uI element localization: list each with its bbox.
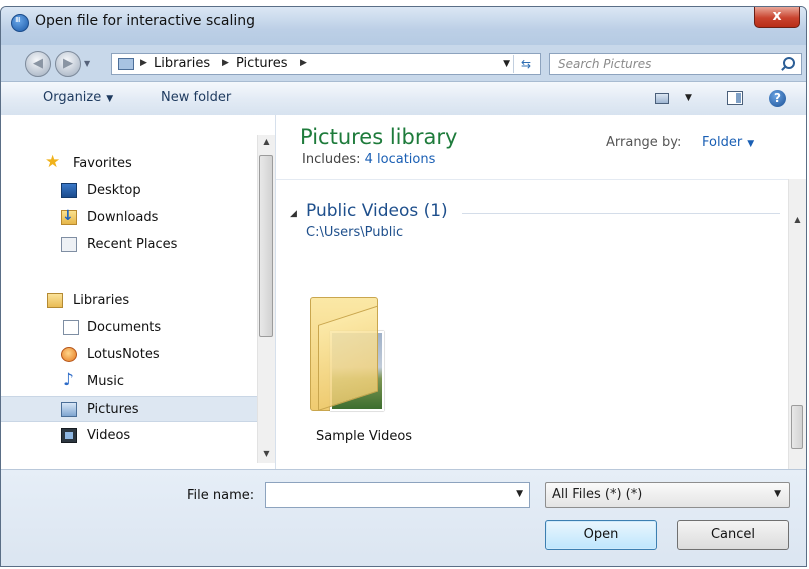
- navigation-bar: ◀ ▶ ▼ ▶ Libraries ▶ Pictures ▶ ▼ ⇆: [1, 45, 806, 81]
- refresh-button[interactable]: ⇆: [513, 55, 538, 73]
- chevron-down-icon[interactable]: ▼: [516, 489, 523, 499]
- sidebar-item-label: Favorites: [73, 156, 132, 171]
- sidebar-scroll-thumb[interactable]: [259, 155, 273, 337]
- back-button[interactable]: ◀: [25, 51, 51, 77]
- folder-label[interactable]: Sample Videos: [316, 429, 412, 444]
- library-header: Pictures library Includes: 4 locations A…: [276, 115, 788, 180]
- breadcrumb-libraries[interactable]: Libraries: [154, 56, 210, 71]
- scroll-up-icon[interactable]: ▲: [789, 215, 806, 224]
- file-name-panel: File name: ▼ All Files (*) (*) ▼ Open Ca…: [1, 469, 806, 566]
- navigation-pane: ★ Favorites Desktop Downloads Recent Pla…: [1, 115, 276, 469]
- search-input[interactable]: [558, 56, 758, 72]
- view-options-dropdown[interactable]: ▼: [685, 93, 692, 103]
- documents-icon: [63, 320, 79, 335]
- group-path: C:\Users\Public: [306, 225, 404, 240]
- recent-places-icon: [61, 237, 77, 252]
- search-icon[interactable]: [783, 57, 795, 69]
- sidebar-item-favorites[interactable]: ★ Favorites: [1, 151, 257, 177]
- address-dropdown-icon[interactable]: ▼: [503, 59, 510, 69]
- sidebar-item-label: Desktop: [87, 183, 141, 198]
- file-name-label: File name:: [187, 488, 255, 503]
- sidebar-item-label: Documents: [87, 320, 162, 335]
- chevron-right-icon[interactable]: ▶: [300, 58, 307, 68]
- library-title: Pictures library: [300, 125, 458, 149]
- includes-label: Includes:: [302, 152, 361, 167]
- search-box[interactable]: [549, 53, 802, 75]
- preview-pane-icon[interactable]: [727, 91, 743, 105]
- desktop-icon: [61, 183, 77, 198]
- close-button[interactable]: x: [754, 7, 800, 28]
- sidebar-item-label: Videos: [87, 428, 131, 443]
- file-list-scrollbar[interactable]: ▲: [788, 179, 806, 469]
- refresh-icon: ⇆: [520, 57, 532, 71]
- scroll-up-icon[interactable]: ▲: [258, 137, 275, 146]
- title-bar: Open file for interactive scaling x: [1, 7, 806, 45]
- collapse-group-icon[interactable]: ◢: [290, 209, 297, 219]
- forward-arrow-icon: ▶: [63, 56, 73, 71]
- chevron-down-icon: ▼: [106, 94, 114, 104]
- group-divider: [462, 213, 780, 214]
- chevron-right-icon[interactable]: ▶: [222, 58, 229, 68]
- recent-pages-dropdown[interactable]: ▼: [84, 59, 90, 68]
- sidebar-item-recent-places[interactable]: Recent Places: [1, 232, 257, 258]
- star-icon: ★: [45, 152, 61, 172]
- group-header[interactable]: Public Videos (1): [306, 201, 448, 221]
- file-type-value: All Files (*) (*): [552, 487, 643, 502]
- downloads-icon: [61, 208, 77, 225]
- sidebar-item-videos[interactable]: Videos: [1, 423, 257, 449]
- chevron-down-icon: ▼: [747, 139, 755, 149]
- organize-label: Organize: [43, 90, 102, 105]
- cancel-button[interactable]: Cancel: [677, 520, 789, 550]
- address-bar[interactable]: ▶ Libraries ▶ Pictures ▶ ▼ ⇆: [111, 53, 541, 75]
- library-icon: [118, 58, 134, 70]
- sidebar-item-lotusnotes[interactable]: LotusNotes: [1, 342, 257, 368]
- file-name-combobox[interactable]: ▼: [265, 482, 530, 508]
- sidebar-item-label: Libraries: [73, 293, 130, 308]
- file-type-select[interactable]: All Files (*) (*) ▼: [545, 482, 790, 508]
- sidebar-item-pictures[interactable]: Pictures: [1, 396, 257, 422]
- file-list-pane: Pictures library Includes: 4 locations A…: [276, 115, 806, 469]
- scroll-down-icon[interactable]: ▼: [258, 449, 275, 458]
- forward-button[interactable]: ▶: [55, 51, 81, 77]
- arrange-by-value: Folder: [702, 135, 743, 150]
- sidebar-scrollbar[interactable]: ▲ ▼: [257, 135, 275, 463]
- sidebar-item-documents[interactable]: Documents: [1, 315, 257, 341]
- music-icon: ♪: [63, 370, 74, 390]
- lotusnotes-icon: [61, 347, 77, 362]
- new-folder-button[interactable]: New folder: [161, 90, 231, 105]
- locations-link[interactable]: 4 locations: [365, 152, 436, 167]
- chevron-right-icon[interactable]: ▶: [140, 58, 147, 68]
- help-icon[interactable]: ?: [769, 90, 786, 107]
- videos-icon: [61, 428, 77, 443]
- chevron-down-icon: ▼: [774, 489, 781, 499]
- file-list-scroll-thumb[interactable]: [791, 405, 803, 449]
- sidebar-item-desktop[interactable]: Desktop: [1, 178, 257, 204]
- sidebar-item-label: Music: [87, 374, 124, 389]
- library-includes: Includes: 4 locations: [302, 152, 435, 167]
- sidebar-item-label: Recent Places: [87, 237, 178, 252]
- arrange-by-dropdown[interactable]: Folder ▼: [702, 135, 754, 150]
- organize-menu[interactable]: Organize ▼: [43, 90, 113, 105]
- open-file-dialog: Open file for interactive scaling x ◀ ▶ …: [0, 6, 807, 567]
- sidebar-item-label: Pictures: [87, 402, 139, 417]
- sidebar-item-music[interactable]: ♪ Music: [1, 369, 257, 395]
- back-arrow-icon: ◀: [33, 56, 43, 71]
- file-name-input[interactable]: [270, 487, 500, 503]
- command-toolbar: Organize ▼ New folder ▼ ?: [1, 81, 806, 117]
- app-icon: [11, 14, 29, 32]
- libraries-icon: [47, 293, 63, 308]
- open-button[interactable]: Open: [545, 520, 657, 550]
- arrange-by-label: Arrange by:: [606, 135, 682, 150]
- breadcrumb-pictures[interactable]: Pictures: [236, 56, 287, 71]
- window-title: Open file for interactive scaling: [35, 13, 256, 29]
- pictures-icon: [61, 402, 77, 417]
- change-view-icon[interactable]: [655, 93, 669, 104]
- folder-icon[interactable]: [310, 297, 384, 413]
- sidebar-item-libraries[interactable]: Libraries: [1, 288, 257, 314]
- sidebar-item-downloads[interactable]: Downloads: [1, 205, 257, 231]
- sidebar-item-label: Downloads: [87, 210, 159, 225]
- sidebar-item-label: LotusNotes: [87, 347, 160, 362]
